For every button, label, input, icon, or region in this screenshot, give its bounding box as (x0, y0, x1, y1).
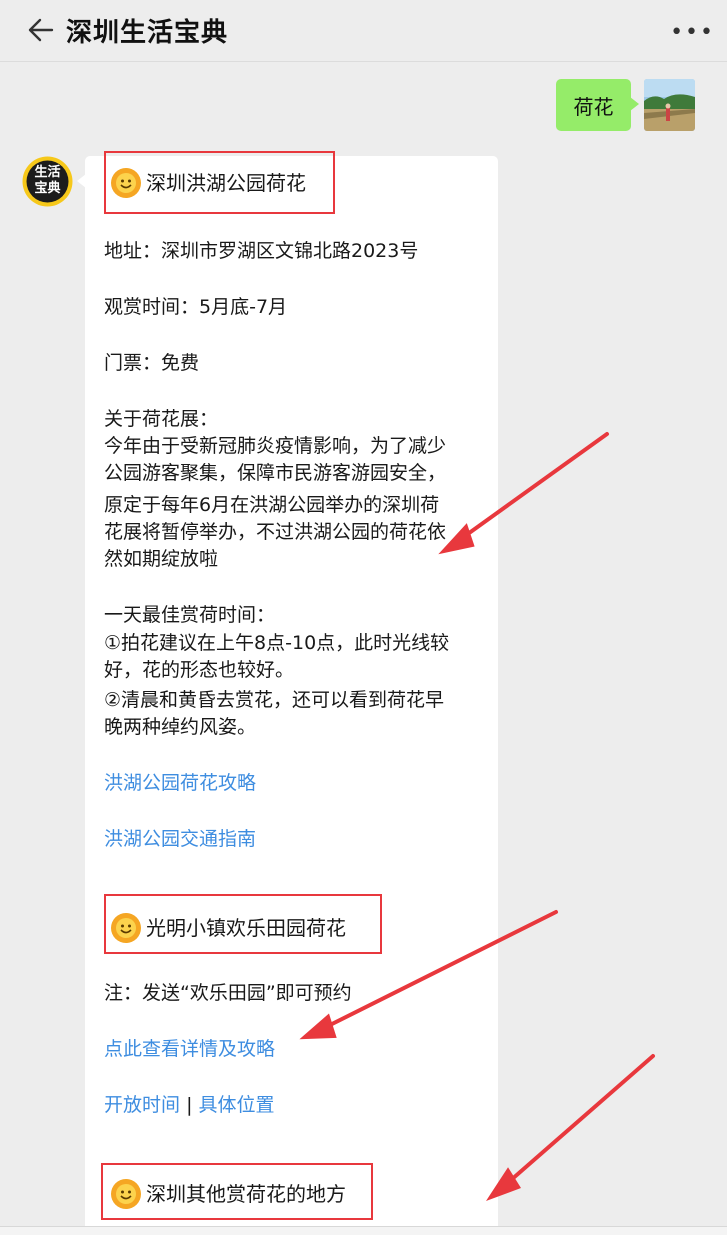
section2-heading: 光明小镇欢乐田园荷花 (110, 912, 346, 944)
best-time-line: 好，花的形态也较好。 (104, 659, 295, 681)
details-link[interactable]: 点此查看详情及攻略 (104, 1036, 275, 1062)
address-text: 地址：深圳市罗湖区文锦北路2023号 (104, 240, 419, 262)
user-avatar[interactable] (644, 79, 695, 131)
section3-heading: 深圳其他赏荷花的地方 (110, 1178, 346, 1210)
ticket-text: 门票：免费 (104, 352, 200, 374)
best-time-line: 晚两种绰约风姿。 (104, 716, 257, 738)
annotation-arrow (501, 1054, 655, 1189)
top-bar: 深圳生活宝典 ••• (0, 0, 727, 62)
about-line: 花展将暂停举办，不过洪湖公园的荷花依 (104, 521, 447, 543)
avatar-line-2: 宝典 (34, 181, 61, 196)
opening-hours-link[interactable]: 开放时间 (104, 1094, 180, 1116)
season-text: 观赏时间：5月底-7月 (104, 296, 288, 318)
hours-location-row: 开放时间 | 具体位置 (104, 1092, 275, 1118)
bot-avatar-text: 生活 宝典 (22, 165, 73, 197)
avatar-line-1: 生活 (34, 165, 61, 180)
bottom-edge (0, 1226, 727, 1235)
best-time-line: ②清晨和黄昏去赏花，还可以看到荷花早 (104, 689, 445, 711)
about-line: 然如期绽放啦 (104, 548, 219, 570)
sun-emoji-icon (111, 168, 141, 198)
back-arrow-icon[interactable] (24, 16, 56, 44)
page-title: 深圳生活宝典 (66, 18, 229, 48)
sun-emoji-icon (111, 1179, 141, 1209)
best-time-line: ①拍花建议在上午8点-10点，此时光线较 (104, 632, 450, 654)
traffic-guide-link[interactable]: 洪湖公园交通指南 (104, 826, 256, 852)
user-message-bubble: 荷花 (556, 79, 639, 131)
section3-title: 深圳其他赏荷花的地方 (146, 1182, 346, 1206)
about-line: 今年由于受新冠肺炎疫情影响，为了减少 (104, 435, 447, 457)
section2-title: 光明小镇欢乐田园荷花 (146, 916, 346, 940)
more-icon[interactable]: ••• (670, 20, 715, 45)
about-title: 关于荷花展： (104, 408, 219, 430)
section1-heading: 深圳洪湖公园荷花 (110, 167, 306, 199)
best-time-title: 一天最佳赏荷时间： (104, 604, 276, 626)
user-message-text: 荷花 (573, 94, 614, 119)
section1-title: 深圳洪湖公园荷花 (146, 171, 306, 195)
about-line: 公园游客聚集，保障市民游客游园安全， (104, 462, 447, 484)
link-separator: | (186, 1094, 193, 1116)
booking-note: 注：发送“欢乐田园”即可预约 (104, 982, 352, 1004)
location-link[interactable]: 具体位置 (199, 1094, 275, 1116)
sun-emoji-icon (111, 913, 141, 943)
lotus-guide-link[interactable]: 洪湖公园荷花攻略 (104, 770, 256, 796)
bot-avatar[interactable]: 生活 宝典 (22, 156, 73, 207)
about-line: 原定于每年6月在洪湖公园举办的深圳荷 (104, 494, 440, 516)
